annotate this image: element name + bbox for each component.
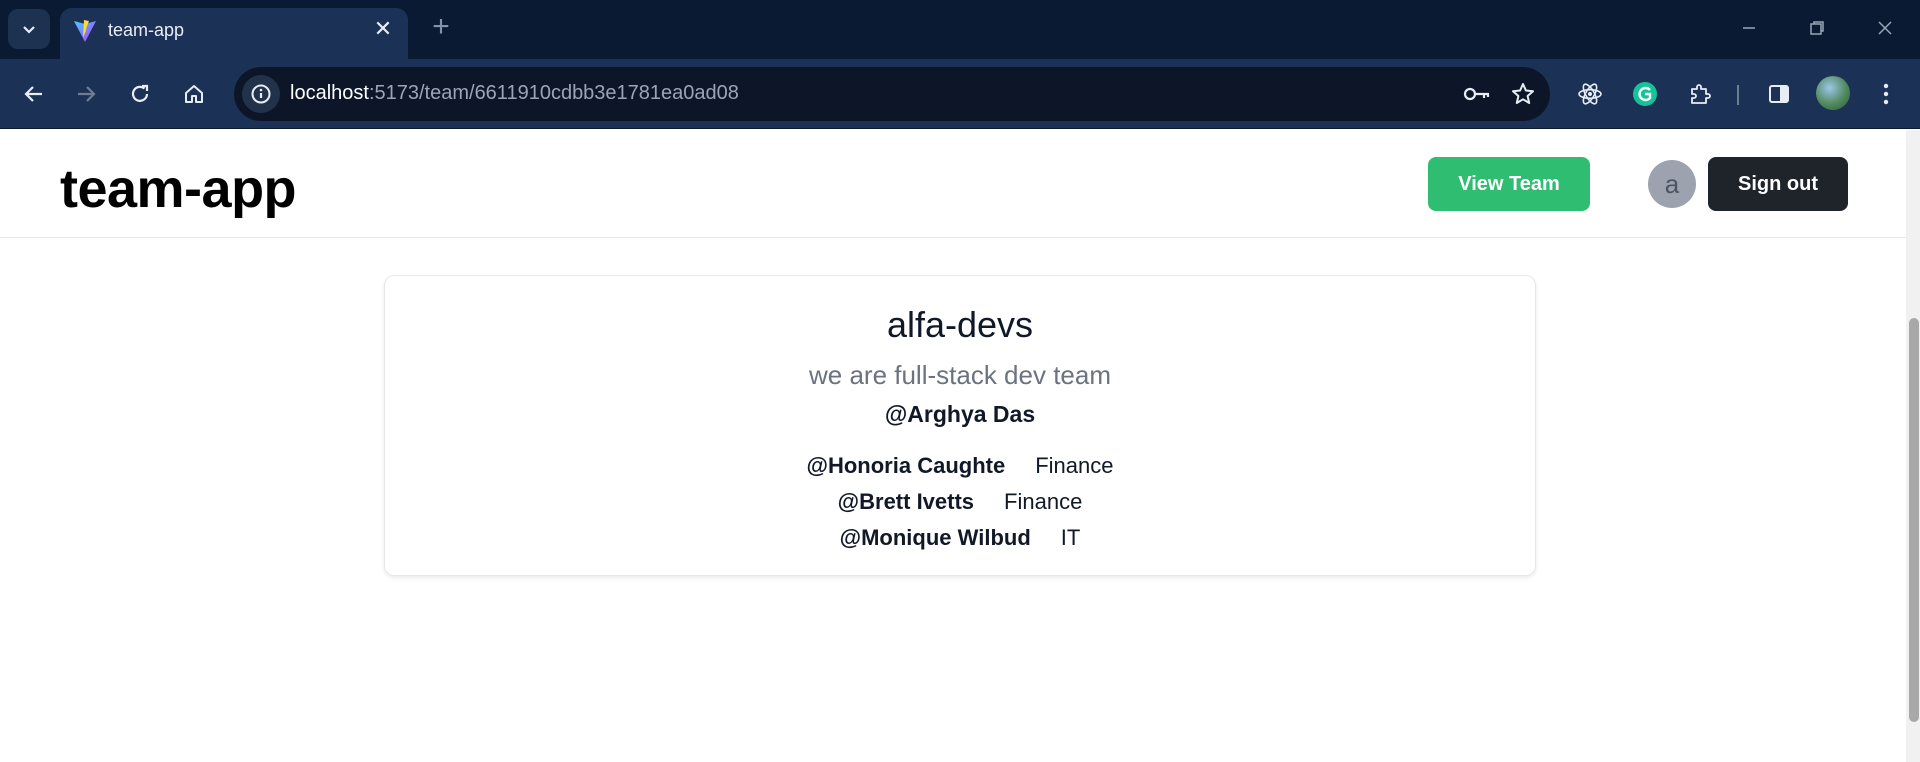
member-name: @Monique Wilbud (839, 525, 1031, 550)
view-team-button[interactable]: View Team (1428, 157, 1590, 211)
member-department: Finance (1004, 489, 1083, 514)
back-arrow-icon[interactable] (14, 74, 54, 114)
address-bar[interactable]: localhost:5173/team/6611910cdbb3e1781ea0… (234, 67, 1550, 121)
extensions-puzzle-icon[interactable] (1680, 74, 1720, 114)
restore-icon[interactable] (1794, 8, 1840, 48)
member-name: @Honoria Caughte (806, 453, 1006, 478)
tab-title: team-app (108, 20, 185, 40)
close-window-icon[interactable] (1862, 8, 1908, 48)
react-devtools-icon[interactable] (1570, 74, 1610, 114)
user-avatar[interactable]: a (1648, 160, 1696, 208)
tab-search-button[interactable] (8, 9, 50, 49)
url-text[interactable]: localhost:5173/team/6611910cdbb3e1781ea0… (290, 82, 739, 105)
close-tab-icon[interactable]: ✕ (370, 16, 396, 42)
team-description: we are full-stack dev team (808, 360, 1111, 390)
member-list: @Honoria Caughte Finance @Brett Ivetts F… (385, 448, 1535, 556)
grammarly-icon[interactable] (1625, 74, 1665, 114)
toolbar-divider (1737, 85, 1739, 105)
member-name: @Brett Ivetts (837, 489, 975, 514)
profile-avatar-icon[interactable] (1816, 76, 1850, 110)
reload-icon[interactable] (120, 74, 160, 114)
app-logo[interactable]: team-app (60, 158, 297, 220)
team-owner: @Arghya Das (884, 401, 1036, 427)
page-scrollbar-thumb[interactable] (1909, 318, 1919, 722)
vite-icon (74, 20, 96, 42)
new-tab-icon[interactable]: + (424, 10, 458, 44)
home-icon[interactable] (174, 74, 214, 114)
team-name: alfa-devs (886, 304, 1034, 345)
active-tab[interactable]: team-app ✕ (60, 8, 408, 59)
browser-tab-strip: team-app ✕ + (0, 0, 1920, 59)
member-row: @Monique Wilbud IT (385, 520, 1535, 556)
chevron-down-icon (23, 26, 35, 34)
member-department: Finance (1035, 453, 1114, 478)
site-info-icon[interactable] (242, 75, 280, 113)
forward-arrow-icon[interactable] (66, 74, 106, 114)
sign-out-button[interactable]: Sign out (1708, 157, 1848, 211)
team-card: alfa-devs we are full-stack dev team @Ar… (384, 275, 1536, 576)
side-panel-icon[interactable] (1759, 74, 1799, 114)
member-row: @Brett Ivetts Finance (385, 484, 1535, 520)
app-header: team-app View Team a Sign out (0, 130, 1920, 238)
url-host: localhost (290, 82, 369, 104)
browser-toolbar: localhost:5173/team/6611910cdbb3e1781ea0… (0, 59, 1920, 129)
page-content: team-app View Team a Sign out alfa-devs … (0, 130, 1920, 762)
more-menu-icon[interactable] (1866, 74, 1906, 114)
url-path: :5173/team/6611910cdbb3e1781ea0ad08 (368, 82, 739, 104)
bookmark-star-icon[interactable] (1508, 79, 1538, 109)
member-row: @Honoria Caughte Finance (385, 448, 1535, 484)
member-department: IT (1060, 525, 1081, 550)
password-key-icon[interactable] (1462, 79, 1492, 109)
minimize-icon[interactable] (1726, 8, 1772, 48)
